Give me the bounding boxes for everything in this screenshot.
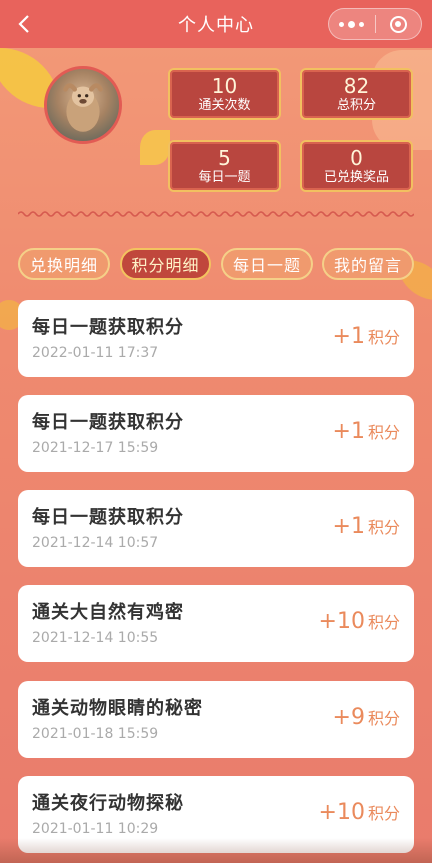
points-value: +9: [332, 705, 365, 730]
points-value: +10: [318, 609, 365, 634]
stat-label: 通关次数: [198, 98, 251, 113]
list-item: 每日一题获取积分 2021-12-17 15:59 +1 积分: [18, 395, 414, 472]
points-unit: 积分: [367, 518, 400, 537]
record-title: 每日一题获取积分: [32, 507, 184, 528]
stat-label: 已兑换奖品: [323, 170, 389, 185]
page-title: 个人中心: [178, 15, 254, 36]
stat-label: 总积分: [336, 98, 376, 113]
points-unit: 积分: [367, 423, 400, 442]
stat-daily-question: 5 每日一题: [168, 140, 281, 192]
record-points: +10 积分: [319, 800, 400, 825]
points-unit: 积分: [367, 804, 400, 823]
record-title: 通关动物眼睛的秘密: [32, 698, 203, 719]
record-points: +10 积分: [319, 609, 400, 634]
more-dots-icon[interactable]: [329, 9, 375, 39]
list-item: 每日一题获取积分 2021-12-14 10:57 +1 积分: [18, 490, 414, 567]
bottom-decoration: [0, 838, 432, 863]
points-unit: 积分: [367, 613, 400, 632]
nav-bar: 个人中心: [0, 0, 432, 48]
points-value: +10: [318, 800, 365, 825]
record-time: 2022-01-11 17:37: [32, 345, 159, 361]
stat-redeemed-prizes: 0 已兑换奖品: [300, 140, 413, 192]
record-points: +1 积分: [333, 514, 400, 539]
record-title: 通关大自然有鸡密: [32, 602, 184, 623]
points-unit: 积分: [367, 709, 400, 728]
record-time: 2021-01-11 10:29: [32, 821, 159, 837]
tab-my-messages[interactable]: 我的留言: [322, 248, 414, 280]
stat-pass-count: 10 通关次数: [168, 68, 281, 120]
record-title: 每日一题获取积分: [32, 317, 184, 338]
target-close-icon[interactable]: [376, 9, 422, 39]
points-value: +1: [332, 324, 365, 349]
stat-value: 10: [211, 74, 238, 98]
tab-daily-question[interactable]: 每日一题: [221, 248, 313, 280]
decorative-leaf: [140, 130, 170, 165]
mini-program-capsule: [328, 8, 422, 40]
stat-label: 每日一题: [198, 170, 251, 185]
list-item: 通关大自然有鸡密 2021-12-14 10:55 +10 积分: [18, 585, 414, 662]
record-points: +1 积分: [333, 419, 400, 444]
list-item: 每日一题获取积分 2022-01-11 17:37 +1 积分: [18, 300, 414, 377]
stat-value: 82: [343, 74, 370, 98]
points-value: +1: [332, 419, 365, 444]
stat-value: 5: [218, 146, 231, 170]
avatar[interactable]: [44, 66, 122, 144]
chevron-left-icon[interactable]: [14, 13, 34, 35]
points-unit: 积分: [367, 328, 400, 347]
record-time: 2021-12-14 10:57: [32, 535, 159, 551]
record-time: 2021-12-17 15:59: [32, 440, 159, 456]
points-value: +1: [332, 514, 365, 539]
stat-value: 0: [350, 146, 363, 170]
record-title: 每日一题获取积分: [32, 412, 184, 433]
list-item: 通关动物眼睛的秘密 2021-01-18 15:59 +9 积分: [18, 681, 414, 758]
tab-points-details[interactable]: 积分明细: [120, 248, 211, 280]
record-points: +1 积分: [333, 324, 400, 349]
record-points: +9 积分: [333, 705, 400, 730]
avatar-image: [63, 83, 103, 132]
stat-total-points: 82 总积分: [300, 68, 413, 120]
record-time: 2021-01-18 15:59: [32, 726, 159, 742]
record-title: 通关夜行动物探秘: [32, 793, 184, 814]
wavy-divider: [18, 211, 414, 217]
record-time: 2021-12-14 10:55: [32, 630, 159, 646]
tab-exchange-details[interactable]: 兑换明细: [18, 248, 110, 280]
